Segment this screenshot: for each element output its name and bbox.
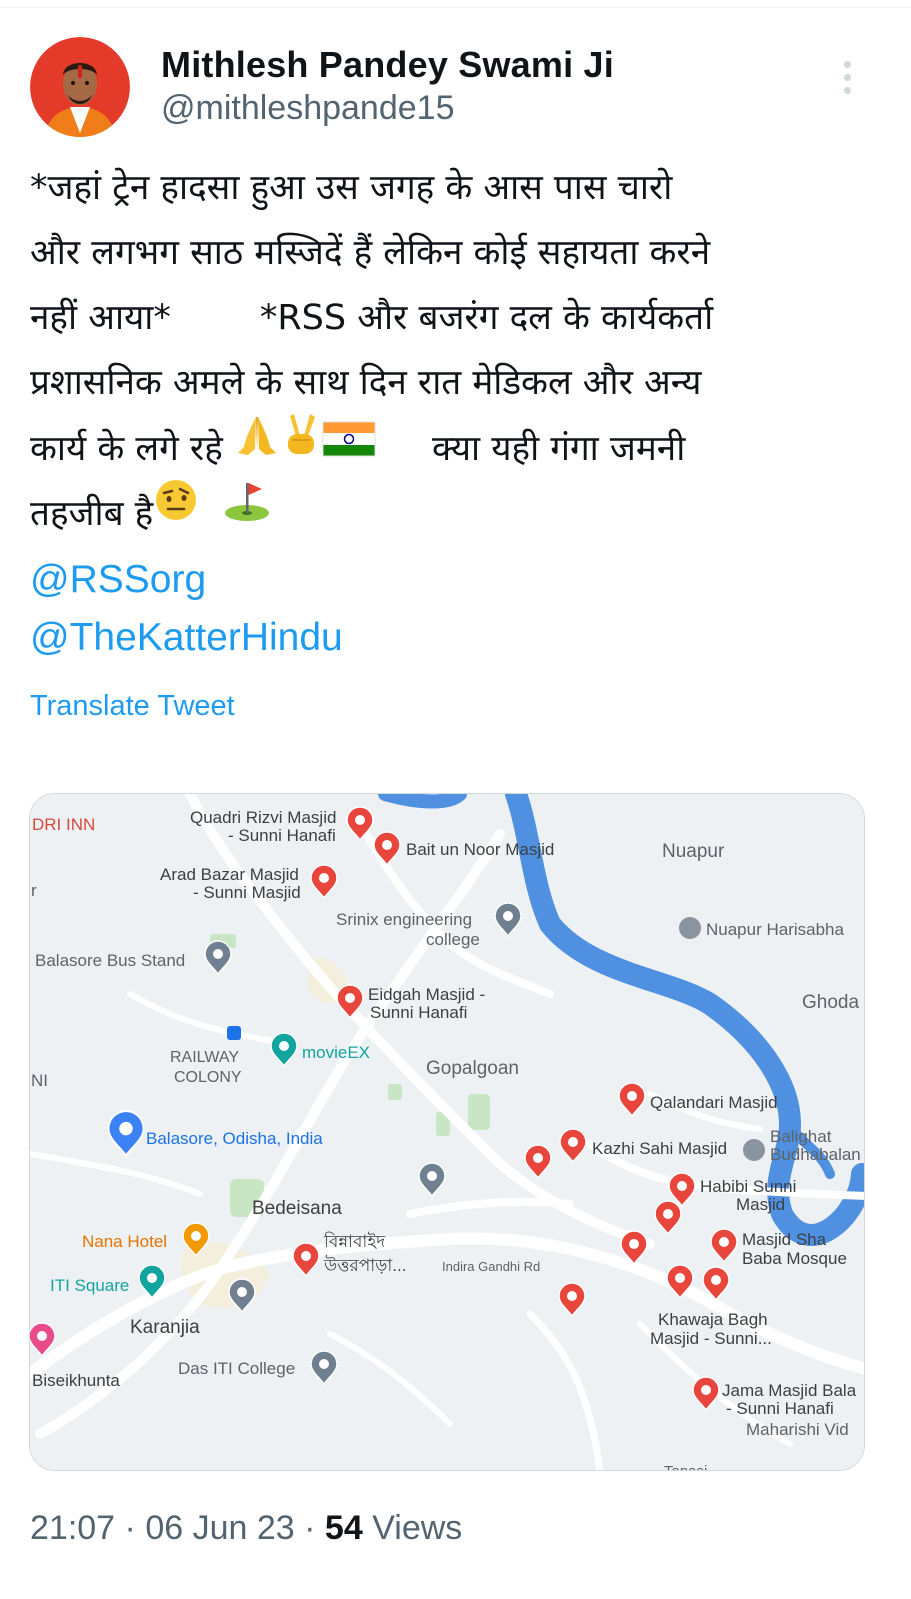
map-label: Kazhi Sahi Masjid	[592, 1139, 727, 1158]
india-flag-icon	[322, 414, 376, 479]
map-label: college	[426, 930, 480, 949]
map-label: r	[31, 881, 37, 900]
map-label-bedeisana: Bedeisana	[252, 1198, 342, 1219]
map-label: Khawaja Bagh	[658, 1310, 768, 1329]
map-label: Masjid Sha	[742, 1230, 827, 1249]
map-label: Srinix engineering	[336, 910, 472, 929]
map-label: - Sunni Hanafi	[228, 826, 336, 845]
map-label: Balighat	[770, 1127, 832, 1146]
meta-separator: ·	[124, 1509, 146, 1547]
temple-icon	[679, 917, 701, 939]
mention-link[interactable]: @TheKatterHindu	[30, 610, 343, 666]
map-label: Sunni Hanafi	[370, 1003, 467, 1022]
map-label: Nuapur Harisabha	[706, 920, 845, 939]
map-label: Quadri Rizvi Masjid	[190, 808, 336, 827]
flag-in-hole-icon	[222, 477, 272, 545]
map-label-road: Indira Gandhi Rd	[442, 1259, 540, 1274]
tweet-line: *जहां ट्रेन हादसा हुआ उस जगह के आस पास च…	[30, 168, 673, 208]
map-label: Maharishi Vid	[746, 1420, 849, 1439]
tweet-text: *जहां ट्रेन हादसा हुआ उस जगह के आस पास च…	[30, 156, 880, 546]
tweet-line: और लगभग साठ मस्जिदें हैं लेकिन कोई सहायत…	[30, 233, 711, 273]
tweet-line: नहीं आया* *RSS और बजरंग दल के कार्यकर्ता	[30, 298, 714, 338]
map-label: Eidgah Masjid -	[368, 985, 485, 1004]
map-label: Das ITI College	[178, 1359, 295, 1378]
more-options-icon[interactable]	[838, 61, 856, 101]
translate-tweet-link[interactable]: Translate Tweet	[30, 686, 235, 726]
views-count[interactable]: 54	[325, 1509, 363, 1547]
map-label: Masjid - Sunni...	[650, 1329, 772, 1348]
meta-separator: ·	[304, 1509, 325, 1547]
map-label: Balasore, Odisha, India	[146, 1129, 323, 1148]
map-label: - Sunni Hanafi	[726, 1399, 834, 1418]
top-divider	[0, 0, 911, 8]
map-label: Bait un Noor Masjid	[406, 840, 554, 859]
folded-hands-icon	[234, 413, 280, 479]
map-label: movieEX	[302, 1043, 370, 1062]
map-label: Jama Masjid Bala	[722, 1381, 857, 1400]
author-handle[interactable]: @mithleshpande15	[161, 87, 614, 129]
face-with-raised-eyebrow-icon	[153, 477, 199, 545]
author-names: Mithlesh Pandey Swami Ji @mithleshpande1…	[161, 43, 614, 129]
tweet-line-text: कार्य के लगे रहे	[30, 429, 223, 469]
tweet-date[interactable]: 06 Jun 23	[145, 1509, 294, 1547]
author-display-name[interactable]: Mithlesh Pandey Swami Ji	[161, 43, 614, 87]
map-label: Qalandari Masjid	[650, 1093, 778, 1112]
map-label: Balasore Bus Stand	[35, 951, 185, 970]
ghat-icon	[743, 1139, 765, 1161]
tweet-line-with-emoji: कार्य के लगे रहे क्या यही गंगा जमनी	[30, 413, 880, 481]
map-label-dri-inn: DRI INN	[32, 815, 95, 834]
tweet-time[interactable]: 21:07	[30, 1509, 115, 1547]
map-label: Habibi Sunni	[700, 1177, 796, 1196]
views-label[interactable]: Views	[372, 1509, 462, 1547]
map-label: Tapasi	[664, 1463, 707, 1471]
map-label: COLONY	[174, 1069, 242, 1086]
tweet-line-tail: क्या यही गंगा जमनी	[431, 429, 686, 469]
tweet-line-text: तहजीब है	[30, 494, 154, 534]
avatar-image	[30, 37, 130, 137]
map-image[interactable]: DRI INN Quadri Rizvi Masjid - Sunni Hana…	[29, 793, 865, 1471]
map-label: বিন্নাবাইদ	[323, 1231, 386, 1251]
map-label: Budhabalan	[770, 1145, 861, 1164]
map-label: NI	[31, 1071, 48, 1090]
map-label: Biseikhunta	[32, 1371, 120, 1390]
map-label-ghoda: Ghoda	[802, 992, 859, 1013]
mention-link[interactable]: @RSSorg	[30, 552, 206, 608]
railway-station-icon	[227, 1026, 241, 1040]
victory-hand-icon	[280, 412, 322, 480]
map-label-gopalgoan: Gopalgoan	[426, 1058, 519, 1079]
tweet-header: Mithlesh Pandey Swami Ji @mithleshpande1…	[30, 37, 880, 137]
avatar[interactable]	[30, 37, 130, 137]
map-label: উত্তরপাড়া...	[323, 1255, 406, 1275]
map-label-nuapur: Nuapur	[662, 841, 725, 862]
map-label-karanjia: Karanjia	[130, 1317, 200, 1338]
map-label: - Sunni Masjid	[193, 883, 301, 902]
map-label: ITI Square	[50, 1276, 129, 1295]
map-label: Arad Bazar Masjid	[160, 865, 299, 884]
map-label: Masjid	[736, 1195, 785, 1214]
map-label: Nana Hotel	[82, 1232, 167, 1251]
tweet-line-with-emoji: तहजीब है	[30, 480, 880, 546]
tweet-line: प्रशासनिक अमले के साथ दिन रात मेडिकल और …	[30, 363, 702, 403]
map-label: Baba Mosque	[742, 1249, 847, 1268]
tweet-meta: 21:07 · 06 Jun 23 · 54 Views	[30, 1506, 462, 1550]
map-label: RAILWAY	[170, 1049, 239, 1066]
